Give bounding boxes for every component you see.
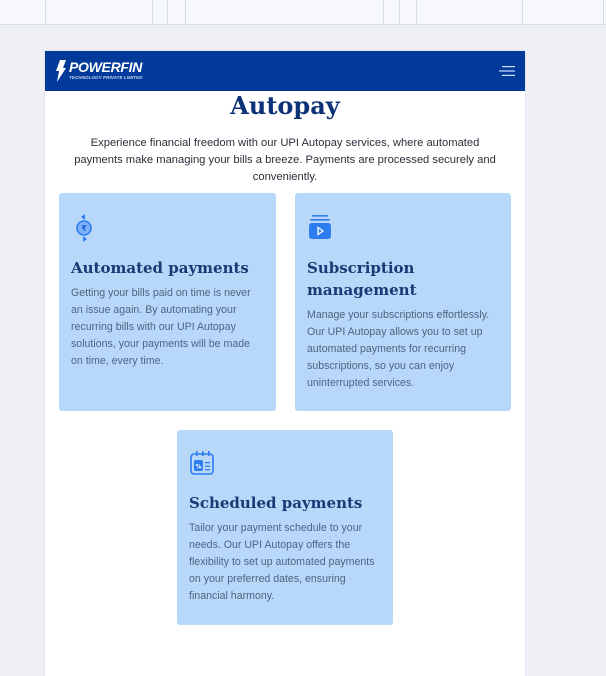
ruler-tick (416, 0, 417, 24)
calendar-percent-icon: % (190, 451, 214, 475)
card-title: Subscription management (307, 259, 417, 299)
page-title: Autopay (230, 91, 340, 120)
brand-text: POWERFIN TECHNOLOGY PRIVATE LIMITED (69, 60, 143, 81)
ruler-tick (152, 0, 153, 24)
card-title: Scheduled payments (189, 494, 363, 512)
page-frame: POWERFIN TECHNOLOGY PRIVATE LIMITED Auto… (45, 51, 525, 676)
ruler-tick (522, 0, 523, 24)
ruler-tick (383, 0, 384, 24)
card-text: Manage your subscriptions effortlessly. … (307, 309, 490, 389)
navbar: POWERFIN TECHNOLOGY PRIVATE LIMITED (45, 51, 525, 91)
intro-text: Experience financial freedom with our UP… (74, 137, 496, 183)
ruler-tick (185, 0, 186, 24)
ruler-tick (603, 0, 604, 24)
card-title: Automated payments (71, 259, 249, 277)
brand-tagline: TECHNOLOGY PRIVATE LIMITED (69, 75, 143, 80)
svg-text:%: % (195, 464, 201, 471)
subscription-play-icon (309, 215, 331, 239)
card-text: Tailor your payment schedule to your nee… (189, 522, 375, 602)
rupee-exchange-icon: ₹ (76, 214, 92, 242)
svg-text:₹: ₹ (81, 224, 87, 233)
card-text: Getting your bills paid on time is never… (71, 287, 251, 367)
feature-card-scheduled-payments: % Scheduled payments Tailor your payment… (177, 430, 393, 625)
bolt-logo-icon (56, 60, 66, 82)
brand-name: POWERFIN (69, 59, 143, 75)
top-ruler (0, 0, 606, 25)
feature-card-subscription-management: Subscription management Manage your subs… (295, 193, 511, 411)
ruler-tick (399, 0, 400, 24)
ruler-tick (45, 0, 46, 24)
brand-logo[interactable]: POWERFIN TECHNOLOGY PRIVATE LIMITED (55, 60, 143, 82)
hamburger-menu-icon[interactable] (499, 65, 515, 77)
ruler-tick (167, 0, 168, 24)
feature-card-automated-payments: ₹ Automated payments Getting your bills … (59, 193, 276, 411)
